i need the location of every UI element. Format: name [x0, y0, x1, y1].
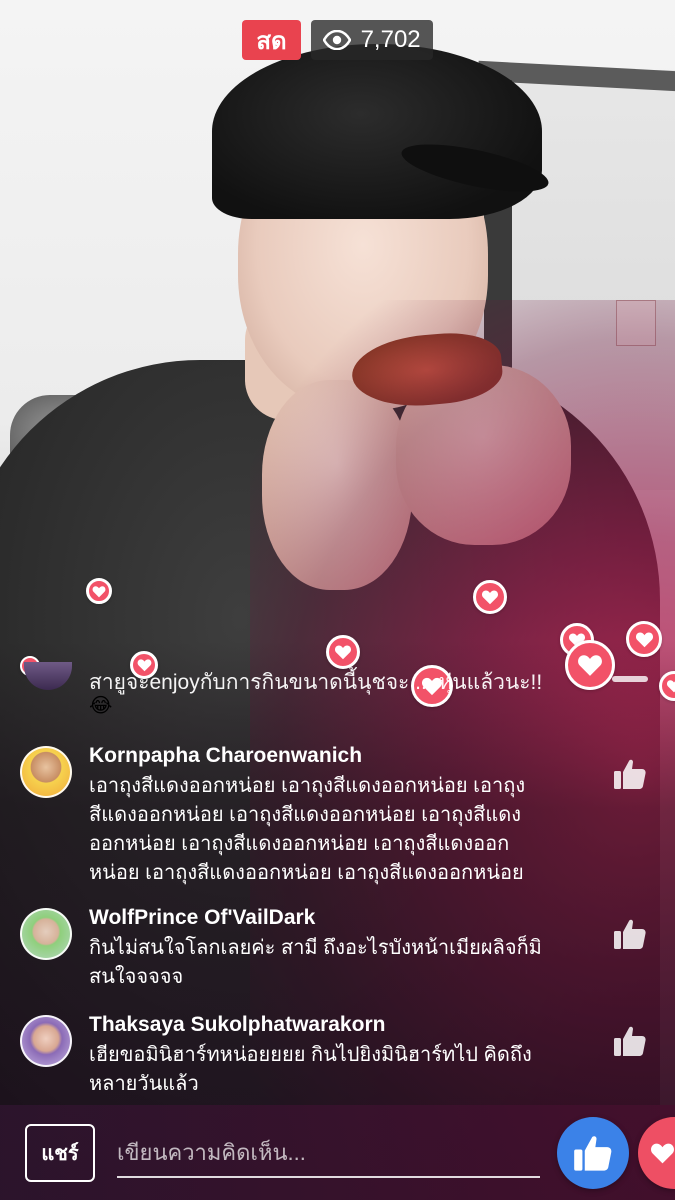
- commenter-name[interactable]: Kornpapha Charoenwanich: [89, 744, 362, 768]
- viewer-count: 7,702: [360, 26, 421, 53]
- like-comment-button[interactable]: [612, 676, 648, 682]
- eye-icon: [322, 30, 351, 50]
- thumbs-up-icon: [614, 1026, 646, 1056]
- share-button[interactable]: แชร์: [25, 1124, 95, 1182]
- love-reaction-button[interactable]: [638, 1117, 675, 1189]
- avatar[interactable]: [24, 662, 72, 690]
- avatar[interactable]: [20, 746, 72, 798]
- comment-text: สายูจะenjoyกับการกินขนาดนี้นุชจะ ... หุ่…: [89, 671, 543, 694]
- like-comment-button[interactable]: [610, 1021, 650, 1061]
- comment-line: เอาถุงสีแดงออกหน่อย เอาถุงสีแดงออกหน่อย …: [89, 775, 526, 797]
- avatar[interactable]: [20, 908, 72, 960]
- thumbs-up-icon: [614, 759, 646, 789]
- stream-status-bar: สด 7,702: [0, 20, 675, 60]
- comment-input[interactable]: [117, 1130, 540, 1178]
- bottom-action-bar: แชร์: [0, 1105, 675, 1200]
- floating-heart-icon: [626, 621, 662, 657]
- comment-line: สีแดงออกหน่อย เอาถุงสีแดงออกหน่อย เอาถุง…: [89, 804, 522, 826]
- floating-heart-icon: [473, 580, 507, 614]
- laughing-emoji-icon: 😂: [89, 695, 113, 717]
- like-comment-button[interactable]: [610, 754, 650, 794]
- avatar[interactable]: [20, 1015, 72, 1067]
- heart-icon: [651, 1143, 674, 1164]
- live-badge: สด: [242, 20, 301, 60]
- comment-item: Kornpapha Charoenwanich เอาถุงสีแดงออกหน…: [20, 744, 660, 888]
- thumbs-up-icon: [614, 919, 646, 949]
- comment-text: เฮียขอมินิฮาร์ทหน่อยยยย กินไปยิงมินิฮาร์…: [89, 1041, 589, 1099]
- viewer-count-badge: 7,702: [310, 20, 433, 60]
- comment-item: WolfPrince Of'VailDark กินไม่สนใจโลกเลยค…: [20, 906, 660, 988]
- commenter-name[interactable]: Thaksaya Sukolphatwarakorn: [89, 1013, 385, 1037]
- comment-line: สนใจจจจจ: [89, 966, 184, 988]
- like-comment-button[interactable]: [610, 914, 650, 954]
- comment-line: เฮียขอมินิฮาร์ทหน่อยยยย กินไปยิงมินิฮาร์…: [89, 1044, 532, 1066]
- comment-line: หน่อย เอาถุงสีแดงออกหน่อย เอาถุงสีแดงออก…: [89, 862, 524, 884]
- comment-line: หลายวันแล้ว: [89, 1073, 199, 1095]
- comment-line: ออกหน่อย เอาถุงสีแดงออกหน่อย เอาถุงสีแดง…: [89, 833, 510, 855]
- like-reaction-button[interactable]: [557, 1117, 629, 1189]
- comment-text: เอาถุงสีแดงออกหน่อย เอาถุงสีแดงออกหน่อย …: [89, 772, 589, 888]
- commenter-name[interactable]: WolfPrince Of'VailDark: [89, 906, 315, 930]
- comment-item: Thaksaya Sukolphatwarakorn เฮียขอมินิฮาร…: [20, 1013, 660, 1095]
- thumbs-up-icon: [574, 1136, 612, 1171]
- comment-line: กินไม่สนใจโลกเลยค่ะ สามี ถึงอะไรบังหน้าเ…: [89, 937, 542, 959]
- floating-heart-icon: [86, 578, 112, 604]
- comment-text: กินไม่สนใจโลกเลยค่ะ สามี ถึงอะไรบังหน้าเ…: [89, 934, 589, 992]
- streamer-cap: [212, 44, 542, 219]
- comment-item-partial: สายูจะenjoyกับการกินขนาดนี้นุชจะ ... หุ่…: [20, 662, 580, 722]
